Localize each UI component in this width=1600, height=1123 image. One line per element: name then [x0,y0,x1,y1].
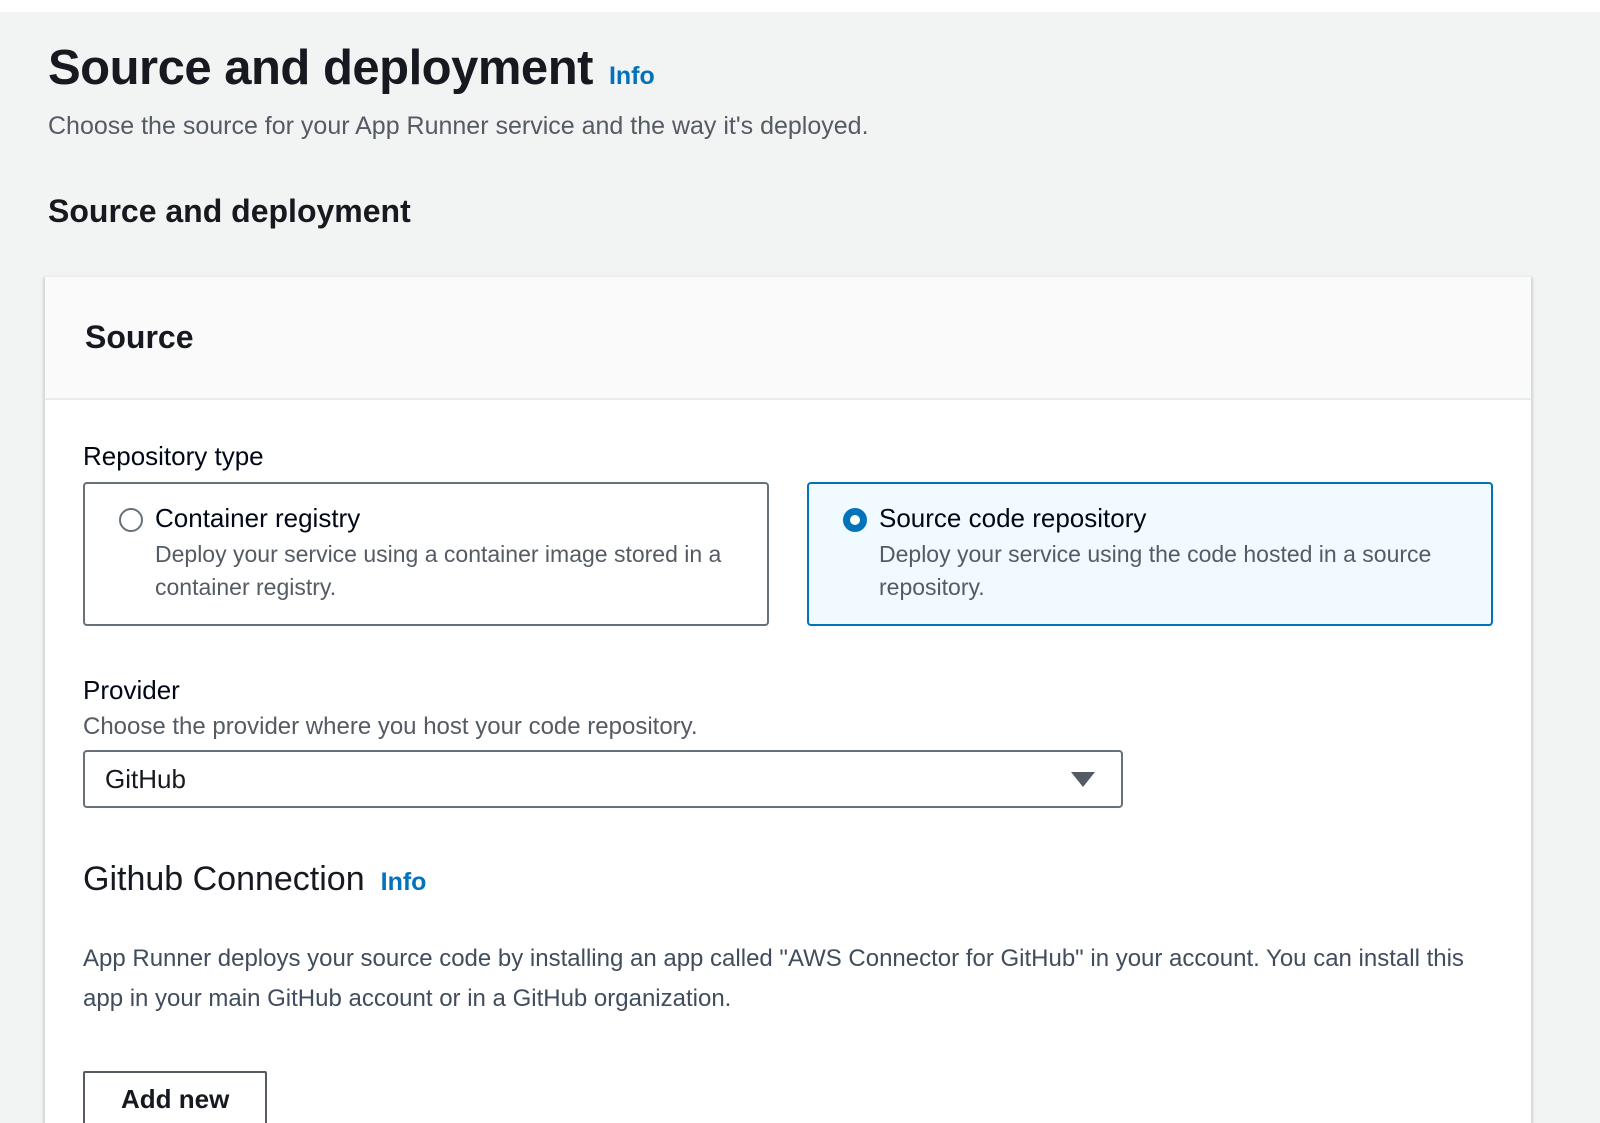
page-title: Source and deployment [48,40,593,96]
radio-unselected-icon[interactable] [119,508,143,532]
page-subtitle: Choose the source for your App Runner se… [48,112,1552,141]
page-header: Source and deployment Info Choose the so… [48,40,1552,141]
source-card-body: Repository type Container registry Deplo… [45,400,1531,1123]
radio-selected-icon[interactable] [843,508,867,532]
chevron-down-icon [1071,772,1095,787]
tile-label: Source code repository [879,504,1477,532]
github-connection-heading: Github Connection [83,860,365,899]
github-connection-description: App Runner deploys your source code by i… [83,939,1491,1019]
tile-container-registry[interactable]: Container registry Deploy your service u… [83,482,769,626]
tile-label: Container registry [155,504,753,532]
github-connection-section: Github Connection Info App Runner deploy… [83,860,1493,1123]
tile-text: Source code repository Deploy your servi… [879,504,1477,604]
repository-type-label: Repository type [83,440,1493,472]
main-content: Source and deployment Info Choose the so… [0,40,1600,1123]
repository-type-tiles: Container registry Deploy your service u… [83,482,1493,626]
tile-description: Deploy your service using a container im… [155,538,753,604]
provider-label: Provider [83,674,1493,706]
provider-description: Choose the provider where you host your … [83,712,1493,742]
section-heading: Source and deployment [48,193,1552,230]
provider-select[interactable]: GitHub [83,750,1123,808]
provider-field: Provider Choose the provider where you h… [83,674,1493,808]
top-divider [0,0,1600,12]
page-title-info-link[interactable]: Info [609,62,655,91]
provider-select-value: GitHub [105,764,186,795]
source-card-header: Source [45,277,1531,400]
tile-source-code-repository[interactable]: Source code repository Deploy your servi… [807,482,1493,626]
source-card: Source Repository type Container registr… [44,276,1532,1123]
source-card-title: Source [85,319,1491,356]
tile-text: Container registry Deploy your service u… [155,504,753,604]
add-new-button[interactable]: Add new [83,1071,267,1123]
tile-description: Deploy your service using the code hoste… [879,538,1477,604]
github-connection-info-link[interactable]: Info [381,868,427,897]
